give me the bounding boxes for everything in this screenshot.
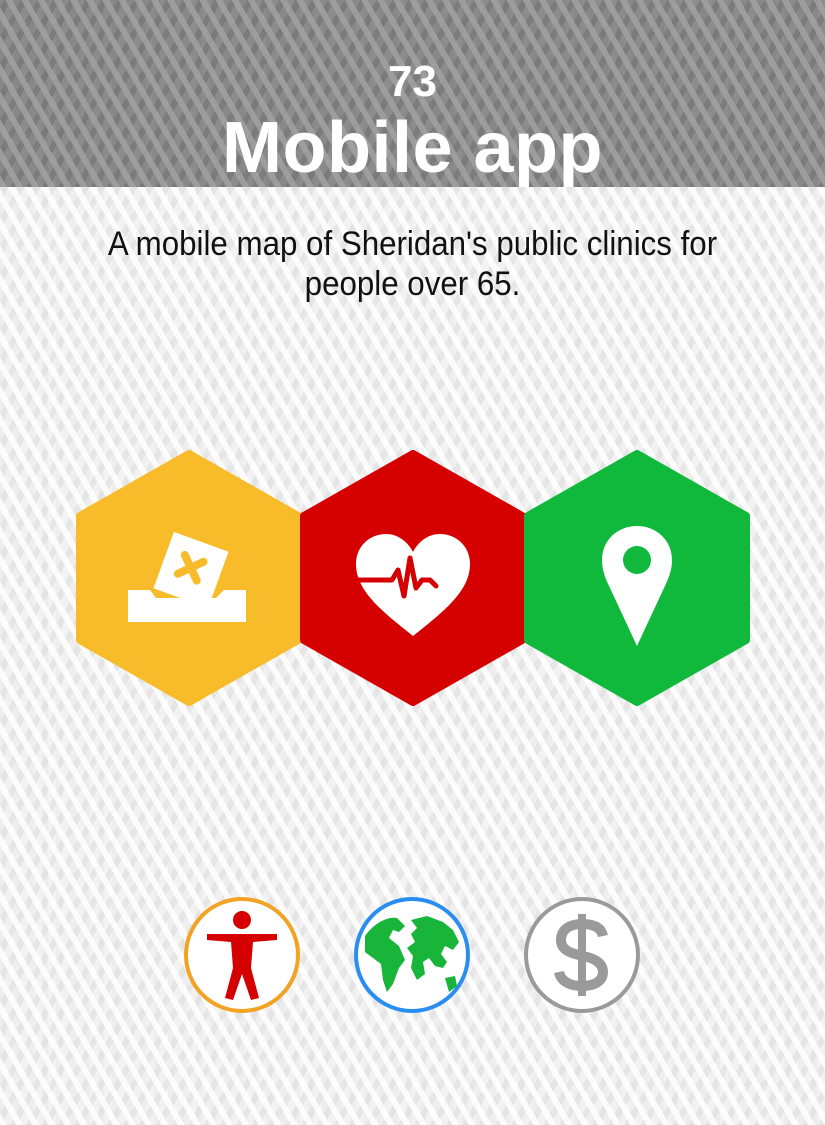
hexagon-yellow <box>76 450 302 706</box>
card-title: Mobile app <box>222 108 603 188</box>
hexagon-red <box>300 450 526 706</box>
accessibility-badge <box>183 896 301 1014</box>
globe-badge <box>353 896 471 1014</box>
hexagon-icon-row <box>0 450 825 706</box>
dollar-badge <box>523 896 641 1014</box>
hexagon-green <box>524 450 750 706</box>
card-number: 73 <box>388 57 437 106</box>
card-description: A mobile map of Sheridan's public clinic… <box>107 225 718 303</box>
